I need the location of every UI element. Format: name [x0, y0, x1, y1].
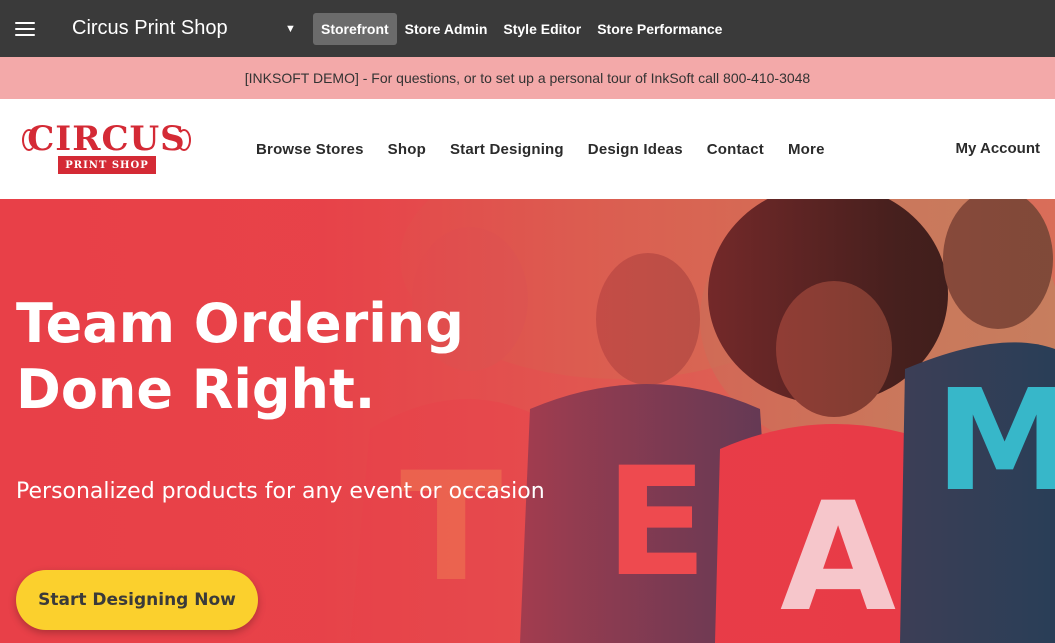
shirt-letter-t: T: [400, 441, 502, 615]
hamburger-menu-icon[interactable]: [15, 21, 35, 36]
hero-subtitle: Personalized products for any event or o…: [16, 479, 545, 504]
hero-banner: T E A M Team Ordering Done Right. Person…: [0, 199, 1055, 643]
circus-logo[interactable]: CIRCUS PRINT SHOP: [22, 119, 191, 177]
admin-tab-style-editor[interactable]: Style Editor: [495, 13, 589, 45]
demo-banner: [INKSOFT DEMO] - For questions, or to se…: [0, 57, 1055, 99]
logo-swirl-right: [177, 129, 191, 151]
logo-word: CIRCUS: [27, 119, 186, 159]
nav-design-ideas[interactable]: Design Ideas: [588, 141, 683, 158]
hero-title-line-2: Done Right.: [16, 358, 376, 421]
logo-ribbon: PRINT SHOP: [58, 156, 156, 174]
shirt-letter-e: E: [605, 436, 707, 610]
caret-down-icon[interactable]: ▼: [285, 23, 307, 35]
hero-title: Team Ordering Done Right.: [16, 291, 576, 423]
nav-browse-stores[interactable]: Browse Stores: [256, 141, 364, 158]
nav-start-designing[interactable]: Start Designing: [450, 141, 564, 158]
demo-banner-text: [INKSOFT DEMO] - For questions, or to se…: [244, 70, 811, 86]
admin-bar: Circus Print Shop ▼ Storefront Store Adm…: [0, 0, 1055, 57]
admin-tab-store-performance[interactable]: Store Performance: [589, 13, 730, 45]
start-designing-now-button[interactable]: Start Designing Now: [16, 570, 258, 630]
main-nav: Browse Stores Shop Start Designing Desig…: [256, 99, 849, 199]
shirt-letter-m: M: [935, 360, 1055, 523]
admin-tab-store-admin[interactable]: Store Admin: [397, 13, 496, 45]
admin-nav: Storefront Store Admin Style Editor Stor…: [313, 12, 730, 45]
store-title: Circus Print Shop: [72, 17, 228, 39]
nav-contact[interactable]: Contact: [707, 141, 764, 158]
hero-title-line-1: Team Ordering: [16, 292, 464, 355]
nav-more[interactable]: More: [788, 141, 825, 158]
nav-shop[interactable]: Shop: [388, 141, 426, 158]
admin-tab-storefront[interactable]: Storefront: [313, 12, 397, 45]
site-header: CIRCUS PRINT SHOP Browse Stores Shop Sta…: [0, 99, 1055, 199]
my-account-link[interactable]: My Account: [956, 140, 1040, 157]
shirt-letter-a: A: [780, 471, 896, 643]
